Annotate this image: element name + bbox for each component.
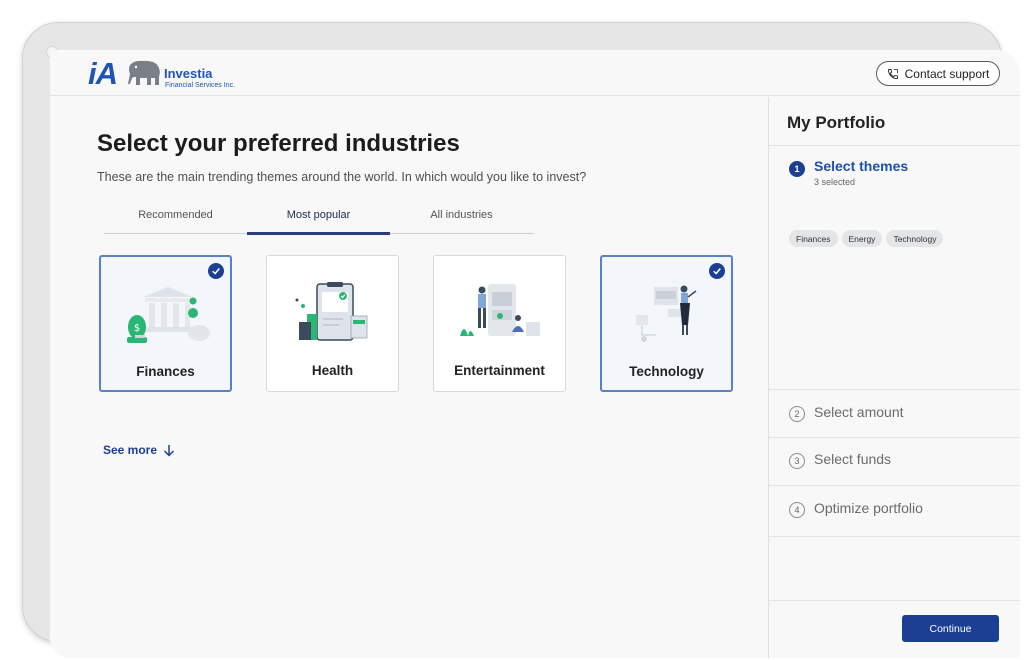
chip-energy[interactable]: Energy [841,230,883,247]
step-1-number: 1 [789,161,805,177]
step-optimize-portfolio[interactable]: Optimize portfolio [814,500,923,516]
arrow-down-icon [164,444,175,457]
divider [769,485,1020,486]
step-4-number: 4 [789,502,805,518]
divider [769,389,1020,390]
step-select-themes[interactable]: Select themes [814,158,908,174]
tablet-frame: iA Investia Financial Services Inc. Cont… [22,22,1020,658]
technology-illustration [636,285,697,342]
top-header: iA Investia Financial Services Inc. Cont… [50,50,1020,96]
step-1-subtitle: 3 selected [814,177,856,187]
entertainment-illustration [460,284,540,336]
tab-recommended[interactable]: Recommended [104,207,247,233]
brand-logo[interactable]: iA Investia Financial Services Inc. [88,56,258,91]
chip-finances[interactable]: Finances [789,230,838,247]
checkmark-icon [709,263,725,279]
finance-illustration: $ [127,287,210,343]
card-label: Technology [629,364,704,379]
see-more-link[interactable]: See more [103,443,175,457]
tab-most-popular[interactable]: Most popular [247,207,390,235]
step-3-number: 3 [789,453,805,469]
see-more-label: See more [103,443,158,457]
divider [769,437,1020,438]
tab-all-industries[interactable]: All industries [390,207,533,233]
contact-support-label: Contact support [904,66,990,81]
divider [769,536,1020,537]
main-content: Select your preferred industries These a… [50,97,768,658]
step-2-number: 2 [789,406,805,422]
card-label: Health [311,363,354,378]
continue-button[interactable]: Continue [902,615,999,642]
brand-name: Investia [164,66,213,81]
svg-text:$: $ [134,323,140,334]
portfolio-panel: My Portfolio 1 Select themes 3 selected … [768,97,1020,658]
brand-subtitle: Financial Services Inc. [165,82,236,89]
health-illustration [295,282,368,341]
checkmark-icon [208,263,224,279]
portfolio-title: My Portfolio [787,113,886,132]
divider [769,145,1020,146]
contact-support-button[interactable]: Contact support [876,61,1000,86]
step-select-amount[interactable]: Select amount [814,404,904,420]
selected-theme-chips: Finances Energy Technology [789,230,944,247]
page-description: These are the main trending themes aroun… [97,170,587,184]
card-technology[interactable]: Technology [600,255,733,392]
card-label: Entertainment [454,363,545,378]
app-screen: iA Investia Financial Services Inc. Cont… [50,50,1020,658]
chip-technology[interactable]: Technology [886,230,944,247]
step-select-funds[interactable]: Select funds [814,451,891,467]
divider [769,600,1020,601]
elephant-icon [128,60,160,85]
card-finances[interactable]: $ Finances [99,255,232,392]
logo-mark: iA [88,56,118,91]
industry-tabs: Recommended Most popular All industries [104,207,534,235]
card-label: Finances [136,364,195,379]
phone-icon [887,68,898,79]
card-health[interactable]: Health [266,255,399,392]
page-title: Select your preferred industries [97,130,460,157]
card-entertainment[interactable]: Entertainment [433,255,566,392]
